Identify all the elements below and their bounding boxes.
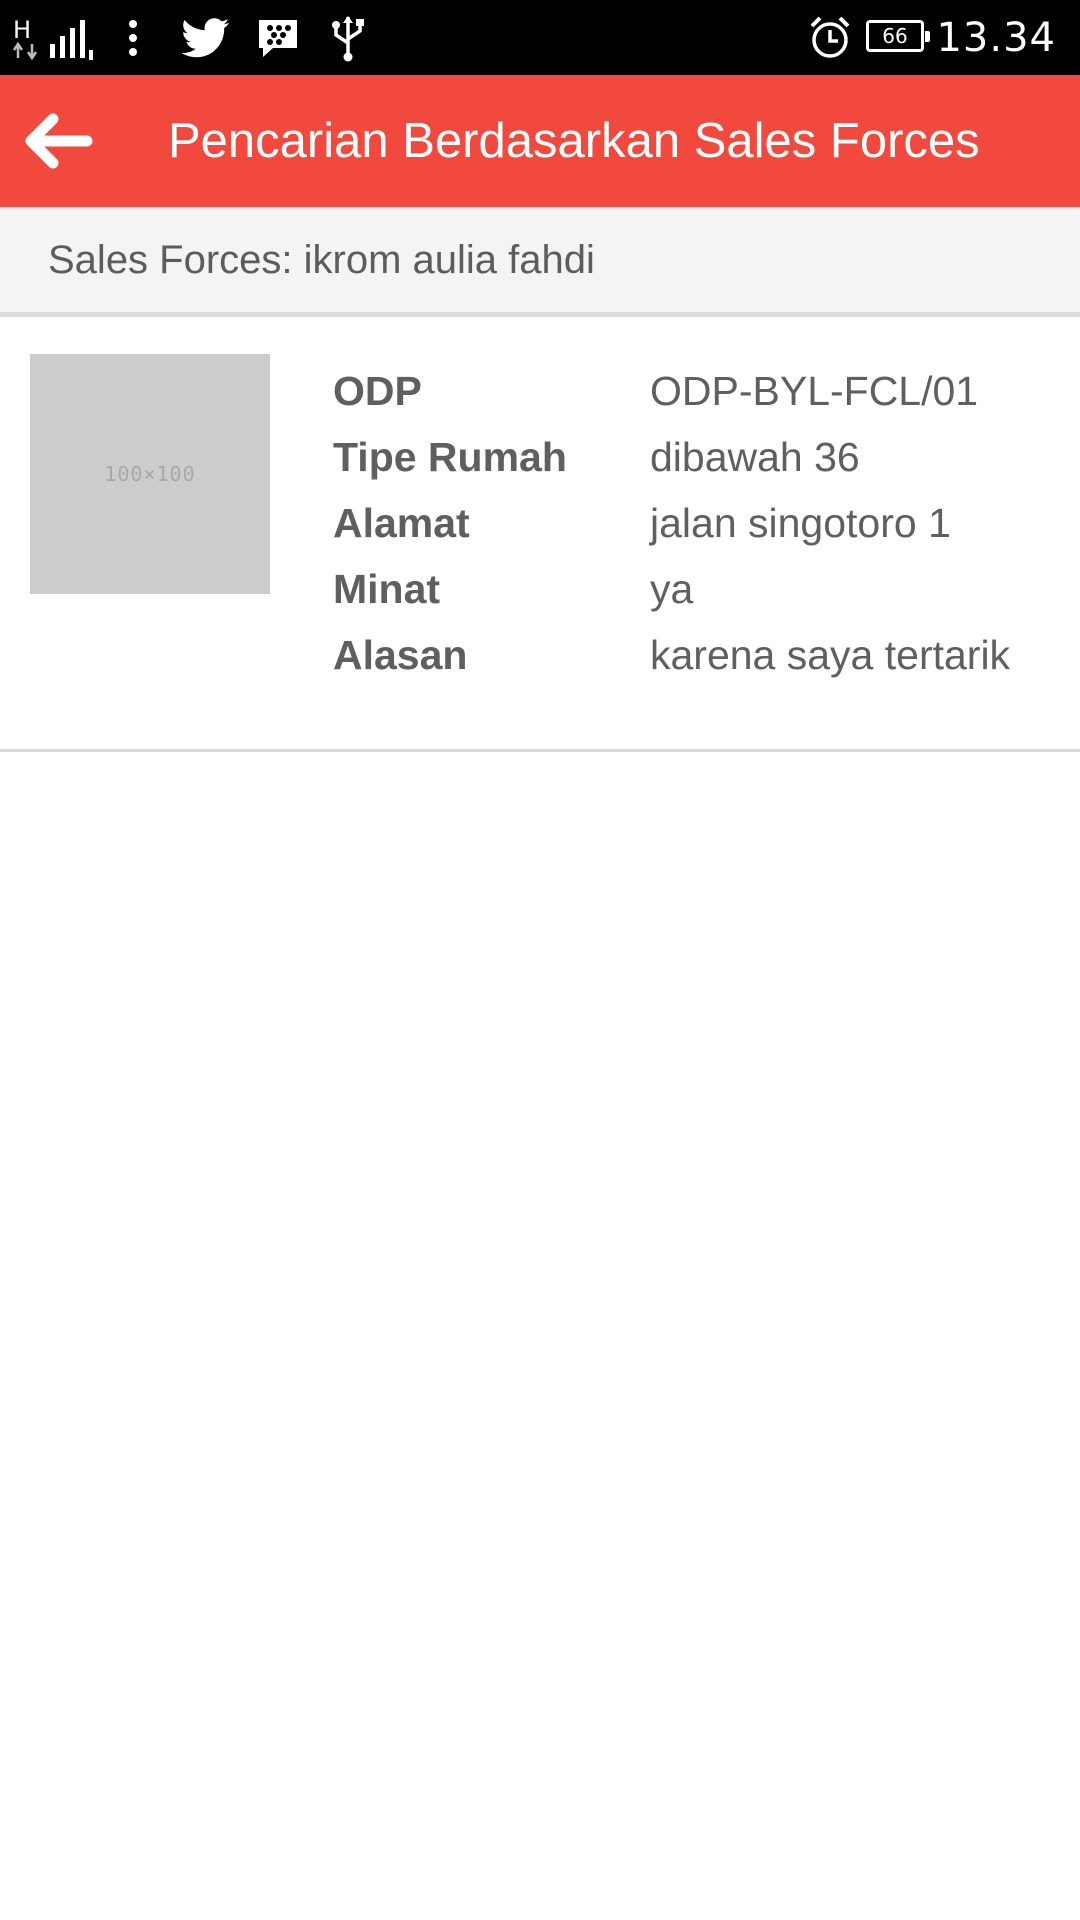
twitter-icon [182,0,230,75]
detail-label: Alasan [333,631,468,678]
detail-value: dibawah 36 [650,433,860,480]
alarm-icon [808,0,852,75]
sales-force-label: Sales Forces: ikrom aulia fahdi [48,238,595,282]
detail-value: ya [650,565,694,612]
page-title: Pencarian Berdasarkan Sales Forces [168,114,980,168]
list-item[interactable]: 100×100 ODP ODP-BYL-FCL/01 Tipe Rumah di… [0,322,1080,752]
usb-icon [328,0,368,75]
arrow-back-icon [25,113,92,169]
screen: H 66 13.34 Pencarian Berdasarkan Sales F… [0,0,1080,1920]
bbm-icon [255,0,301,75]
detail-row-alamat: Alamat jalan singotoro 1 [0,490,1080,556]
detail-row-alasan: Alasan karena saya tertarik [0,622,1080,688]
detail-label: Tipe Rumah [333,433,567,480]
detail-row-tipe-rumah: Tipe Rumah dibawah 36 [0,424,1080,490]
hspa-icon: H [8,0,42,75]
status-clock: 13.34 [936,14,1056,61]
detail-row-minat: Minat ya [0,556,1080,622]
status-bar: H 66 13.34 [0,0,1080,75]
detail-label: ODP [333,367,422,414]
battery-icon: 66 [866,20,930,52]
back-button[interactable] [0,75,115,207]
overflow-icon [126,0,140,75]
detail-value: jalan singotoro 1 [650,499,951,546]
detail-value: karena saya tertarik [650,631,1011,678]
detail-row-odp: ODP ODP-BYL-FCL/01 [0,358,1080,424]
detail-value: ODP-BYL-FCL/01 [650,367,979,414]
battery-level: 66 [882,24,908,48]
sales-force-header: Sales Forces: ikrom aulia fahdi [0,207,1080,317]
signal-icon [48,0,96,75]
network-type-text: H [13,16,31,44]
detail-label: Minat [333,565,441,612]
app-toolbar: Pencarian Berdasarkan Sales Forces [0,75,1080,207]
detail-label: Alamat [333,499,470,546]
